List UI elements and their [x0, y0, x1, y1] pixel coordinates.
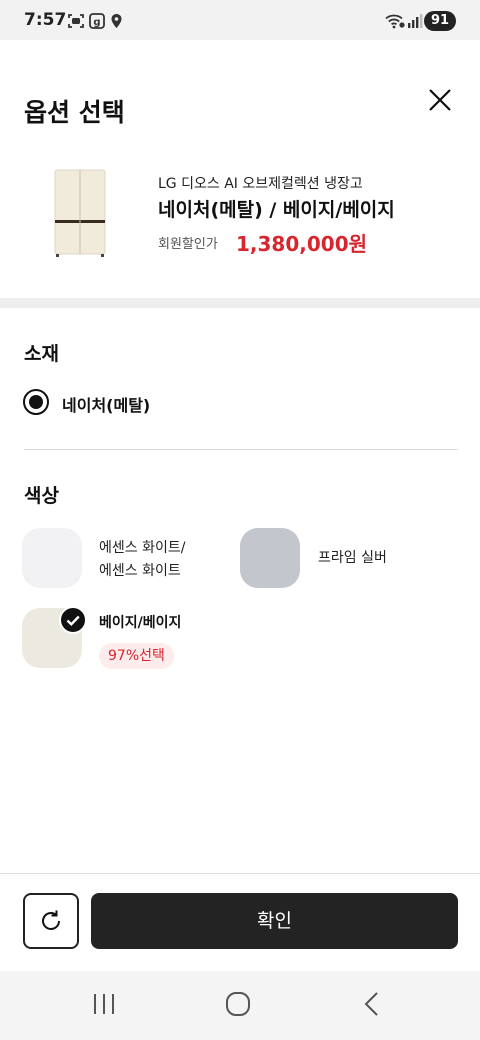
close-button[interactable]	[424, 84, 456, 116]
section-divider	[0, 298, 480, 308]
option-select-screen: 7:57 g 91 옵션 선택 LG 디오스 AI 오브제컬렉션 냉장고 네이처…	[0, 0, 480, 1040]
product-image	[52, 168, 108, 258]
signal-icon	[407, 13, 423, 33]
selection-percent-badge: 97%선택	[99, 643, 174, 669]
color-swatch-essence-white[interactable]	[22, 528, 82, 588]
selected-check-icon	[59, 606, 87, 634]
material-radio-label[interactable]: 네이처(메탈)	[62, 392, 150, 416]
system-nav-bar	[0, 971, 480, 1040]
price-label: 회원할인가	[158, 237, 218, 252]
divider	[24, 449, 458, 450]
radio-selected-dot	[29, 395, 43, 409]
refresh-icon	[42, 910, 60, 930]
color-label-line1: 에센스 화이트/	[99, 540, 186, 556]
color-option-essence-white[interactable]: 에센스 화이트/ 에센스 화이트	[99, 537, 229, 583]
reset-button[interactable]	[23, 893, 79, 949]
back-icon	[364, 992, 378, 1016]
close-icon	[429, 89, 451, 111]
material-radio[interactable]	[23, 389, 49, 415]
app-g-icon: g	[89, 13, 105, 33]
location-icon	[110, 13, 123, 33]
price-value: 1,380,000원	[236, 232, 368, 256]
sheet-title: 옵션 선택	[24, 98, 125, 127]
color-label-line2: 에센스 화이트	[99, 563, 181, 579]
color-label-prime-silver[interactable]: 프라임 실버	[318, 547, 387, 570]
wifi-icon	[385, 13, 405, 33]
svg-text:g: g	[93, 17, 100, 28]
recent-apps-button[interactable]	[92, 991, 116, 1021]
home-icon	[226, 992, 250, 1016]
screenshot-icon	[68, 13, 84, 33]
material-section-title: 소재	[24, 343, 59, 365]
status-bar: 7:57 g 91	[0, 0, 480, 40]
home-button[interactable]	[225, 991, 251, 1021]
battery-indicator: 91	[424, 11, 456, 31]
confirm-button[interactable]: 확인	[91, 893, 458, 949]
color-swatch-prime-silver[interactable]	[240, 528, 300, 588]
status-time: 7:57	[24, 10, 67, 30]
color-label-beige[interactable]: 베이지/베이지	[99, 612, 181, 635]
color-section-title: 색상	[24, 485, 59, 507]
product-name: LG 디오스 AI 오브제컬렉션 냉장고	[158, 176, 363, 192]
footer-divider	[0, 873, 480, 874]
product-option: 네이처(메탈) / 베이지/베이지	[158, 199, 395, 221]
recent-apps-icon	[94, 994, 114, 1014]
back-button[interactable]	[362, 991, 382, 1021]
